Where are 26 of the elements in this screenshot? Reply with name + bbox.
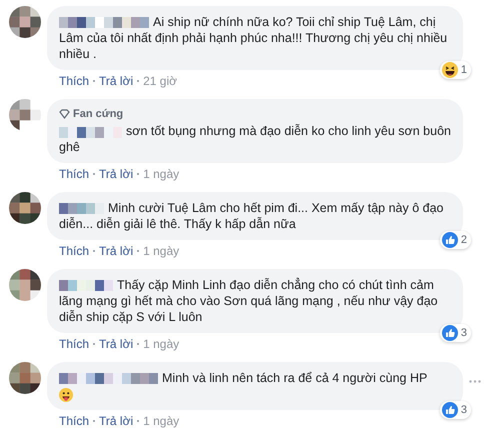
reply-link[interactable]: Trả lời (99, 413, 134, 429)
comment-text: Thấy cặp Minh Linh đạo diễn chẳng cho có chút tình cảm lãng mạng gì hết mà cho vào Sơn quá lãng mạng , nếu như vậy đạo diễn ship cặp S với L luôn (59, 277, 439, 325)
laughing-emoji-icon (442, 62, 458, 78)
like-link[interactable]: Thích (59, 243, 90, 259)
comment-text: Minh cười Tuệ Lâm cho hết pim đi... Xem mấy tập này ô đạo diễn... diễn giải lê thê. Thấy k hấp dẫn nữa (59, 200, 444, 232)
reply-link[interactable]: Trả lời (99, 336, 134, 352)
like-link[interactable]: Thích (59, 73, 90, 89)
reply-link[interactable]: Trả lời (99, 73, 134, 89)
reaction-count[interactable]: 3 (440, 324, 471, 342)
reply-link[interactable]: Trả lời (99, 243, 134, 259)
diamond-icon (59, 109, 70, 119)
like-link[interactable]: Thích (59, 413, 90, 429)
badge-label: Fan cứng (73, 107, 124, 121)
comment-text: Ai ship nữ chính nữa ko? Toii chỉ ship Tuệ Lâm, chị Lâm của tôi nhất định phải hạnh phúc nha!!! Thương chị yêu chị nhiều nhiều . (59, 14, 448, 62)
like-link[interactable]: Thích (59, 336, 90, 352)
thumbs-up-icon (442, 325, 458, 341)
reaction-count[interactable]: 3 (440, 401, 471, 419)
reply-link[interactable]: Trả lời (99, 166, 134, 182)
reaction-count[interactable]: 2 (440, 231, 471, 249)
reaction-count[interactable]: 1 (440, 61, 471, 79)
like-link[interactable]: Thích (59, 166, 90, 182)
thumbs-up-icon (442, 402, 458, 418)
more-options-icon[interactable] (469, 380, 481, 383)
comment-text: sơn tốt bụng nhưng mà đạo diễn ko cho linh yêu sơn buôn ghê (59, 123, 451, 155)
comment-text: Minh và linh nên tách ra để cả 4 người cùng HP (161, 370, 428, 386)
thumbs-up-icon (442, 232, 458, 248)
